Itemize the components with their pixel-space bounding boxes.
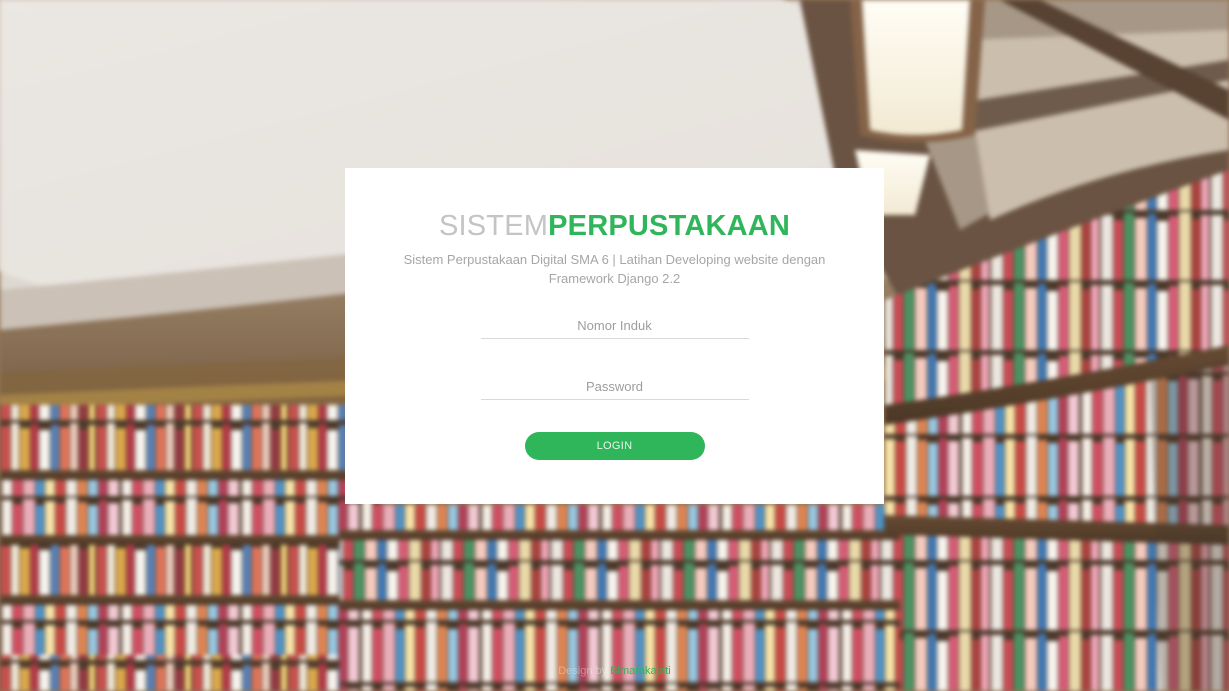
app-subtitle: Sistem Perpustakaan Digital SMA 6 | Lati… bbox=[403, 252, 826, 286]
login-button[interactable]: LOGIN bbox=[524, 432, 705, 460]
login-page: SISTEMPERPUSTAKAAN Sistem Perpustakaan D… bbox=[0, 0, 1229, 691]
password-field-wrapper bbox=[480, 375, 749, 400]
app-title-part1: SISTEM bbox=[438, 210, 549, 242]
footer-text: Design by bbox=[558, 665, 608, 677]
username-input[interactable] bbox=[480, 314, 749, 338]
login-form: LOGIN bbox=[345, 314, 884, 460]
app-title-part2: PERPUSTAKAAN bbox=[548, 210, 791, 242]
login-card: SISTEMPERPUSTAKAAN Sistem Perpustakaan D… bbox=[345, 168, 884, 504]
footer-author-link[interactable]: Bimarakajati bbox=[610, 665, 671, 677]
app-title: SISTEMPERPUSTAKAAN bbox=[345, 210, 884, 242]
footer-credit: Design by Bimarakajati bbox=[0, 665, 1229, 677]
password-input[interactable] bbox=[480, 375, 749, 399]
username-field-wrapper bbox=[480, 314, 749, 339]
